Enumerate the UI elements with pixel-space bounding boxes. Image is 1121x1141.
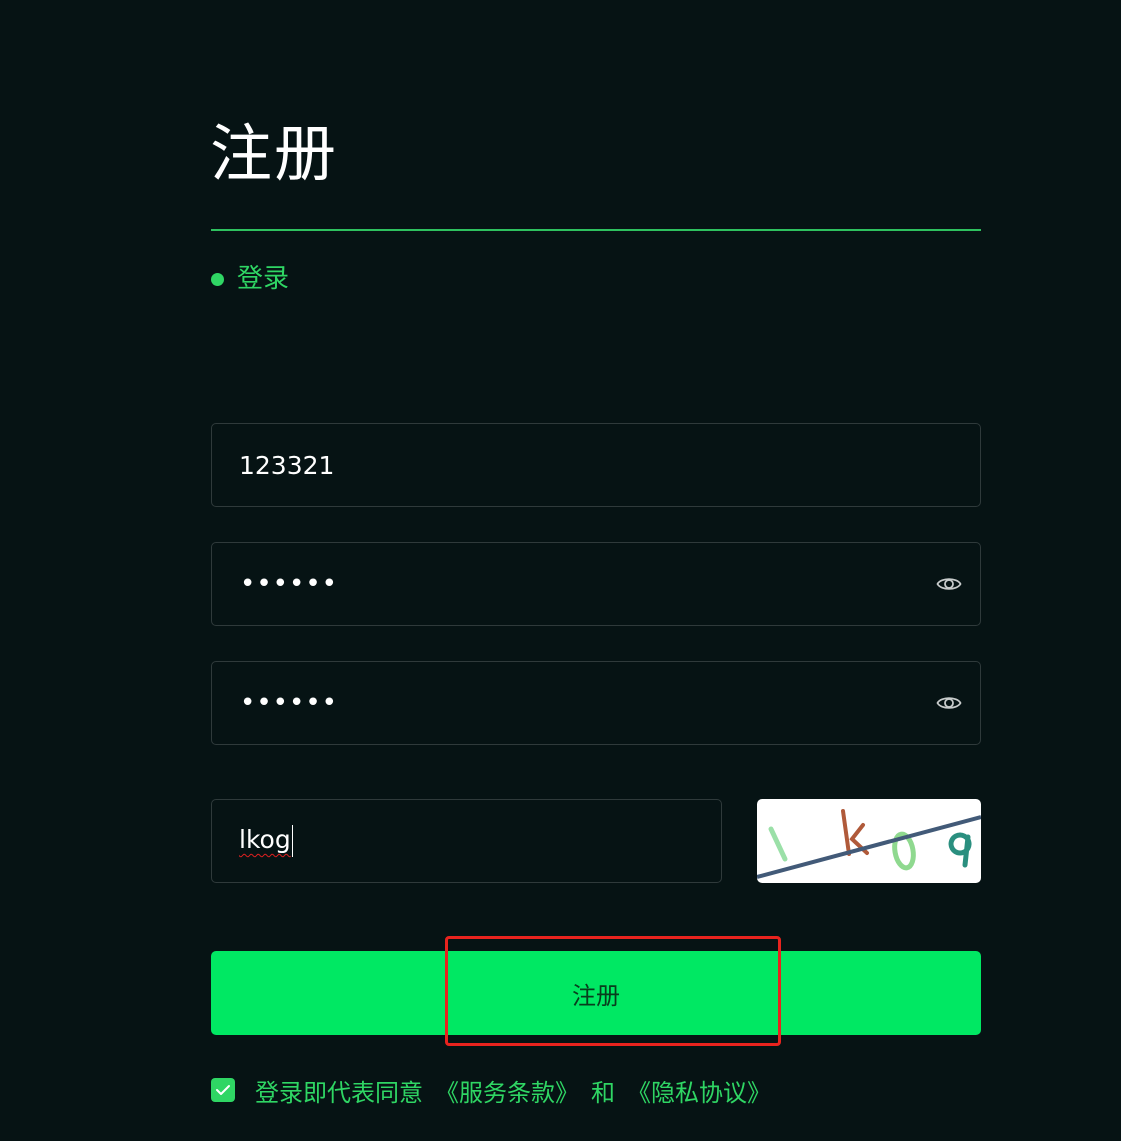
register-button[interactable]: 注册 — [211, 951, 981, 1035]
captcha-input-value: lkog — [239, 825, 291, 854]
privacy-policy-link[interactable]: 《隐私协议》 — [627, 1073, 771, 1108]
agreement-row: 登录即代表同意 《服务条款》 和 《隐私协议》 — [211, 1072, 771, 1108]
switch-to-login-link[interactable]: 登录 — [211, 262, 289, 296]
password-field[interactable]: •••••• — [211, 542, 981, 626]
text-caret — [291, 825, 293, 857]
agreement-checkbox[interactable] — [211, 1078, 235, 1102]
title-divider — [211, 229, 981, 231]
confirm-password-field[interactable]: •••••• — [211, 661, 981, 745]
captcha-field[interactable]: lkog — [211, 799, 722, 883]
eye-icon[interactable] — [934, 569, 964, 599]
password-input[interactable]: •••••• — [212, 571, 934, 597]
switch-to-login-label: 登录 — [237, 264, 290, 294]
bullet-dot-icon — [211, 272, 224, 286]
captcha-image[interactable] — [757, 799, 981, 883]
captcha-input[interactable]: lkog — [212, 825, 293, 857]
eye-icon[interactable] — [934, 688, 964, 718]
checkmark-icon — [216, 1085, 230, 1095]
username-field[interactable] — [211, 423, 981, 507]
agreement-conjunction: 和 — [591, 1078, 615, 1107]
agreement-prefix: 登录即代表同意 — [255, 1078, 423, 1107]
confirm-password-input[interactable]: •••••• — [212, 690, 934, 716]
username-input[interactable] — [212, 424, 980, 506]
register-button-label: 注册 — [572, 982, 620, 1010]
page-title: 注册 — [210, 117, 339, 190]
terms-of-service-link[interactable]: 《服务条款》 — [435, 1073, 579, 1108]
register-page: 注册 登录 •••••• •••••• lkog — [0, 0, 1121, 1141]
